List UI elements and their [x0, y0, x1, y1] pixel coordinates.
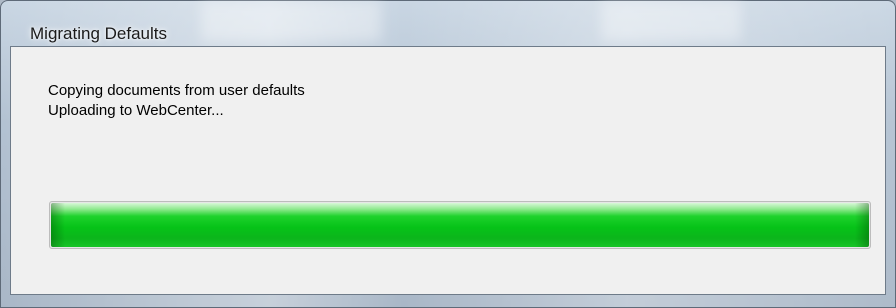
- status-message: Copying documents from user defaults Upl…: [48, 81, 305, 121]
- progress-bar-fill: [51, 203, 869, 247]
- status-line-1: Copying documents from user defaults: [48, 82, 305, 99]
- window-title: Migrating Defaults: [30, 24, 168, 43]
- dialog-content: Copying documents from user defaults Upl…: [10, 46, 886, 295]
- window-bottom-edge: [0, 295, 896, 308]
- title-bar[interactable]: Migrating Defaults: [0, 0, 896, 46]
- progress-bar: [49, 201, 871, 249]
- status-line-2: Uploading to WebCenter...: [48, 102, 224, 119]
